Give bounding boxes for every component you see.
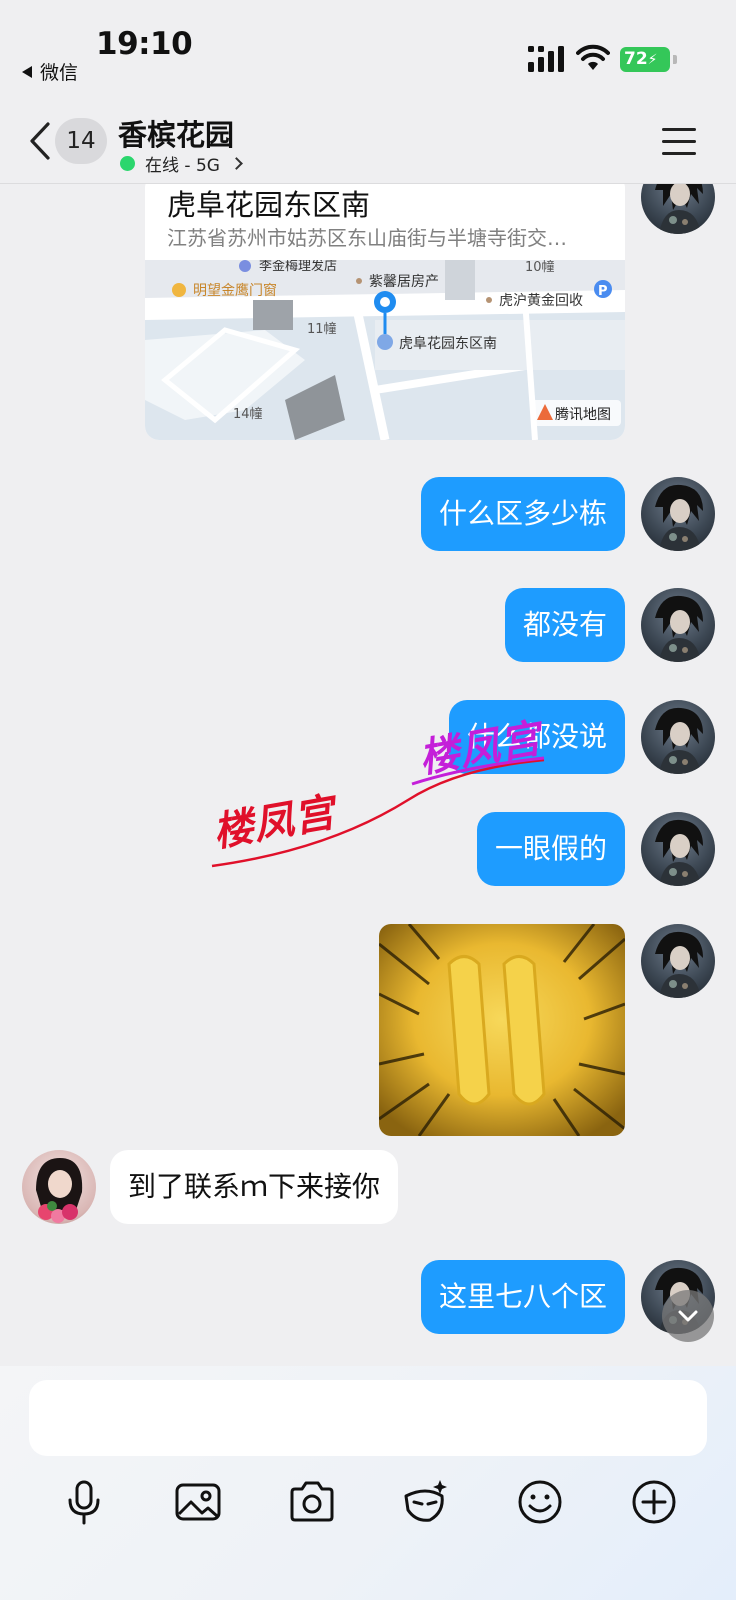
location-card[interactable]: 虎阜花园东区南 江苏省苏州市姑苏区东山庙街与半塘寺街交… 李金梅理发店 明望金鹰… — [145, 184, 625, 440]
back-app-label: 微信 — [40, 62, 79, 84]
image-button[interactable] — [172, 1476, 224, 1528]
chevron-down-icon — [678, 1310, 698, 1322]
online-status[interactable]: 在线 - 5G — [120, 151, 243, 176]
more-button[interactable] — [628, 1476, 680, 1528]
input-panel — [0, 1366, 736, 1600]
avatar-figure-icon — [655, 931, 703, 998]
back-to-app-link[interactable]: 微信 — [22, 58, 78, 85]
message-bubble-sent[interactable]: 什么区多少栋 — [420, 477, 625, 551]
plus-icon — [632, 1480, 676, 1524]
avatar-figure-icon — [655, 595, 703, 662]
map-label-building14: 14幢 — [233, 406, 263, 422]
charging-bolt-icon: ⚡ — [647, 52, 658, 68]
map-label-top: 李金梅理发店 — [259, 260, 337, 274]
message-bubble-sent[interactable]: 都没有 — [504, 588, 625, 662]
map-label-shop2: 紫馨居房产 — [369, 274, 439, 290]
map-label-shop3: 虎沪黄金回收 — [499, 292, 583, 309]
message-bubble-sent[interactable]: 这里七八个区 — [420, 1260, 625, 1334]
wifi-icon — [576, 44, 610, 70]
my-avatar[interactable] — [641, 812, 715, 886]
clock: 19:10 — [96, 26, 193, 62]
camera-icon — [290, 1481, 334, 1522]
chevron-right-icon — [230, 157, 243, 170]
my-avatar[interactable] — [641, 477, 715, 551]
battery-tip — [673, 55, 677, 64]
emoji-button[interactable] — [514, 1476, 566, 1528]
menu-icon[interactable] — [662, 128, 696, 156]
chat-header: 14 香槟花园 在线 - 5G — [0, 100, 736, 184]
my-avatar[interactable] — [641, 924, 715, 998]
map-label-building11: 11幢 — [307, 321, 337, 337]
svg-text:P: P — [598, 284, 608, 299]
avatar-figure-icon — [655, 707, 703, 774]
location-map: 李金梅理发店 明望金鹰门窗 紫馨居房产 虎沪黄金回收 P 10幢 11幢 14幢… — [145, 260, 625, 440]
voice-button[interactable] — [58, 1476, 110, 1528]
image-icon — [175, 1483, 221, 1521]
contact-avatar[interactable] — [22, 1150, 96, 1224]
avatar-figure-icon — [655, 184, 703, 234]
thumbs-sticker-icon — [379, 924, 625, 1136]
sticker-image[interactable] — [379, 924, 625, 1136]
back-triangle-icon — [22, 66, 32, 78]
chat-title[interactable]: 香槟花园 — [118, 112, 234, 154]
microphone-icon — [68, 1480, 100, 1525]
my-avatar[interactable] — [641, 700, 715, 774]
emoji-icon — [518, 1480, 562, 1524]
online-dot — [120, 156, 135, 171]
location-name: 虎阜花园东区南 — [167, 188, 371, 222]
back-chevron-icon[interactable] — [24, 120, 54, 162]
status-bar: 19:10 微信 72⚡ — [0, 0, 736, 100]
my-avatar[interactable] — [641, 184, 715, 234]
battery-indicator: 72⚡ — [620, 47, 670, 72]
scroll-to-bottom-button[interactable] — [662, 1290, 714, 1342]
map-label-shop1: 明望金鹰门窗 — [193, 282, 277, 299]
camera-button[interactable] — [286, 1476, 338, 1528]
location-address: 江苏省苏州市姑苏区东山庙街与半塘寺街交… — [167, 226, 567, 250]
message-input[interactable] — [29, 1380, 707, 1456]
mask-button[interactable] — [400, 1476, 452, 1528]
signal-icon — [528, 46, 564, 72]
map-label-building10: 10幢 — [525, 260, 555, 275]
avatar-figure-icon — [655, 484, 703, 551]
mask-icon — [404, 1480, 447, 1522]
contact-photo-icon — [36, 1158, 83, 1223]
online-status-text: 在线 - 5G — [145, 156, 220, 176]
map-provider: 腾讯地图 — [555, 406, 611, 423]
message-bubble-received[interactable]: 到了联系ｍ下来接你 — [110, 1150, 399, 1224]
my-avatar[interactable] — [641, 588, 715, 662]
battery-level: 72 — [624, 49, 648, 69]
map-pin-label: 虎阜花园东区南 — [399, 335, 497, 352]
avatar-figure-icon — [655, 819, 703, 886]
unread-count-badge[interactable]: 14 — [55, 118, 107, 164]
